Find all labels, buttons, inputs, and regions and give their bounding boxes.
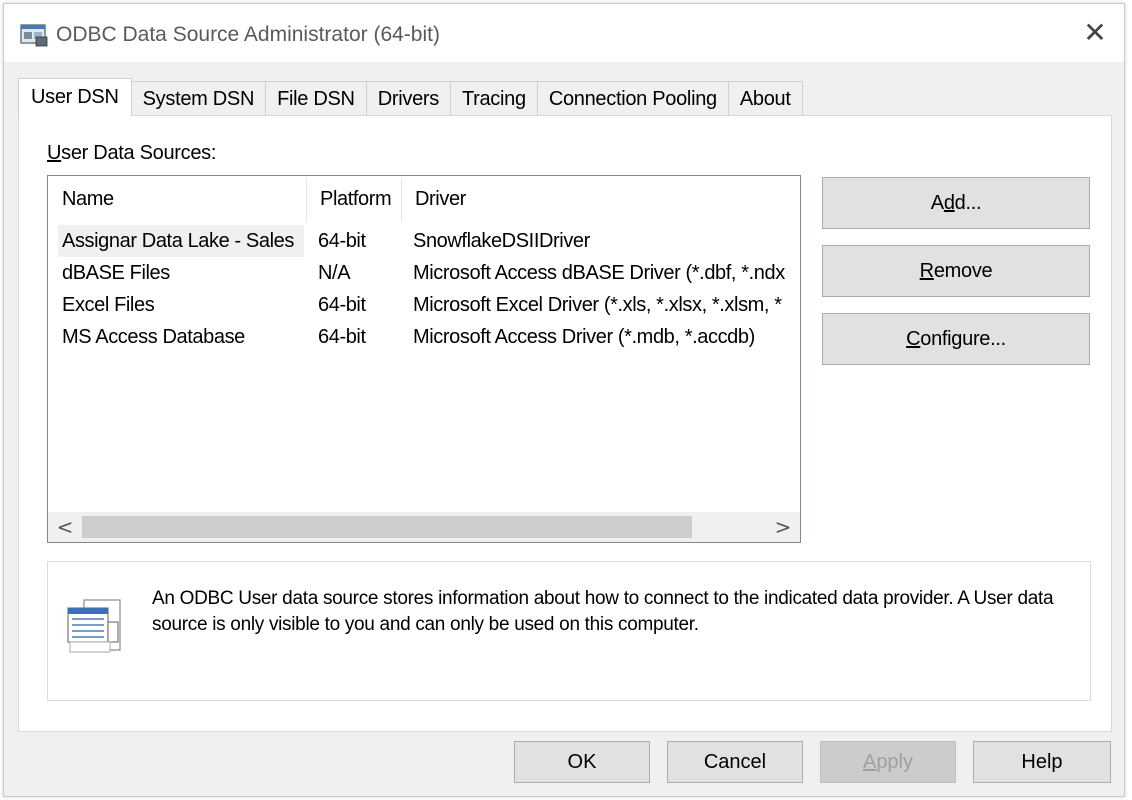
dsn-platform: 64-bit [318, 326, 366, 348]
dsn-platform: 64-bit [318, 294, 366, 316]
dsn-driver: Microsoft Excel Driver (*.xls, *.xlsx, *… [413, 294, 782, 316]
tab-connection-pooling[interactable]: Connection Pooling [536, 81, 729, 116]
list-item[interactable]: Assignar Data Lake - Sales 64-bit Snowfl… [48, 225, 800, 257]
data-source-info-icon [67, 599, 121, 653]
tab-file-dsn[interactable]: File DSN [265, 81, 367, 116]
column-header-name[interactable]: Name [48, 176, 306, 222]
column-header-platform[interactable]: Platform [306, 176, 401, 222]
help-button[interactable]: Help [973, 741, 1111, 783]
column-header-driver[interactable]: Driver [401, 176, 801, 222]
list-header: Name Platform Driver [48, 176, 800, 222]
dsn-name: MS Access Database [62, 326, 245, 348]
dsn-driver: SnowflakeDSIIDriver [413, 230, 590, 252]
odbc-app-icon [20, 24, 48, 47]
ok-button[interactable]: OK [514, 741, 650, 783]
dsn-name: Assignar Data Lake - Sales [58, 225, 304, 257]
remove-button[interactable]: Remove [822, 245, 1090, 297]
cancel-button[interactable]: Cancel [667, 741, 803, 783]
list-item[interactable]: MS Access Database 64-bit Microsoft Acce… [48, 321, 800, 353]
title-bar[interactable]: ODBC Data Source Administrator (64-bit) … [4, 4, 1124, 62]
tab-user-dsn[interactable]: User DSN [18, 78, 132, 116]
odbc-admin-window: ODBC Data Source Administrator (64-bit) … [3, 3, 1125, 797]
dsn-platform: N/A [318, 262, 351, 284]
scroll-right-icon[interactable]: > [768, 512, 798, 542]
list-item[interactable]: Excel Files 64-bit Microsoft Excel Drive… [48, 289, 800, 321]
tab-tracing[interactable]: Tracing [449, 81, 538, 116]
data-sources-list[interactable]: Name Platform Driver Assignar Data Lake … [47, 175, 801, 543]
add-button[interactable]: Add... [822, 177, 1090, 229]
tab-about[interactable]: About [727, 81, 803, 116]
dsn-name: dBASE Files [62, 262, 170, 284]
window-title: ODBC Data Source Administrator (64-bit) [56, 23, 440, 46]
close-icon[interactable]: ✕ [1080, 18, 1110, 48]
tab-strip: User DSN System DSN File DSN Drivers Tra… [18, 78, 803, 116]
scroll-left-icon[interactable]: < [50, 512, 80, 542]
configure-button[interactable]: Configure... [822, 313, 1090, 365]
scroll-thumb[interactable] [82, 516, 692, 538]
horizontal-scrollbar[interactable]: < > [48, 512, 800, 542]
info-description: An ODBC User data source stores informat… [152, 588, 1054, 635]
user-dsn-panel: User Data Sources: Name Platform Driver … [18, 115, 1112, 732]
list-item[interactable]: dBASE Files N/A Microsoft Access dBASE D… [48, 257, 800, 289]
apply-button[interactable]: Apply [820, 741, 956, 783]
tab-system-dsn[interactable]: System DSN [130, 81, 267, 116]
info-box: An ODBC User data source stores informat… [47, 561, 1091, 701]
user-data-sources-label: User Data Sources: [47, 142, 217, 164]
dsn-driver: Microsoft Access dBASE Driver (*.dbf, *.… [413, 262, 785, 284]
dsn-platform: 64-bit [318, 230, 366, 252]
dsn-driver: Microsoft Access Driver (*.mdb, *.accdb) [413, 326, 755, 348]
tab-drivers[interactable]: Drivers [365, 81, 451, 116]
dsn-name: Excel Files [62, 294, 155, 316]
